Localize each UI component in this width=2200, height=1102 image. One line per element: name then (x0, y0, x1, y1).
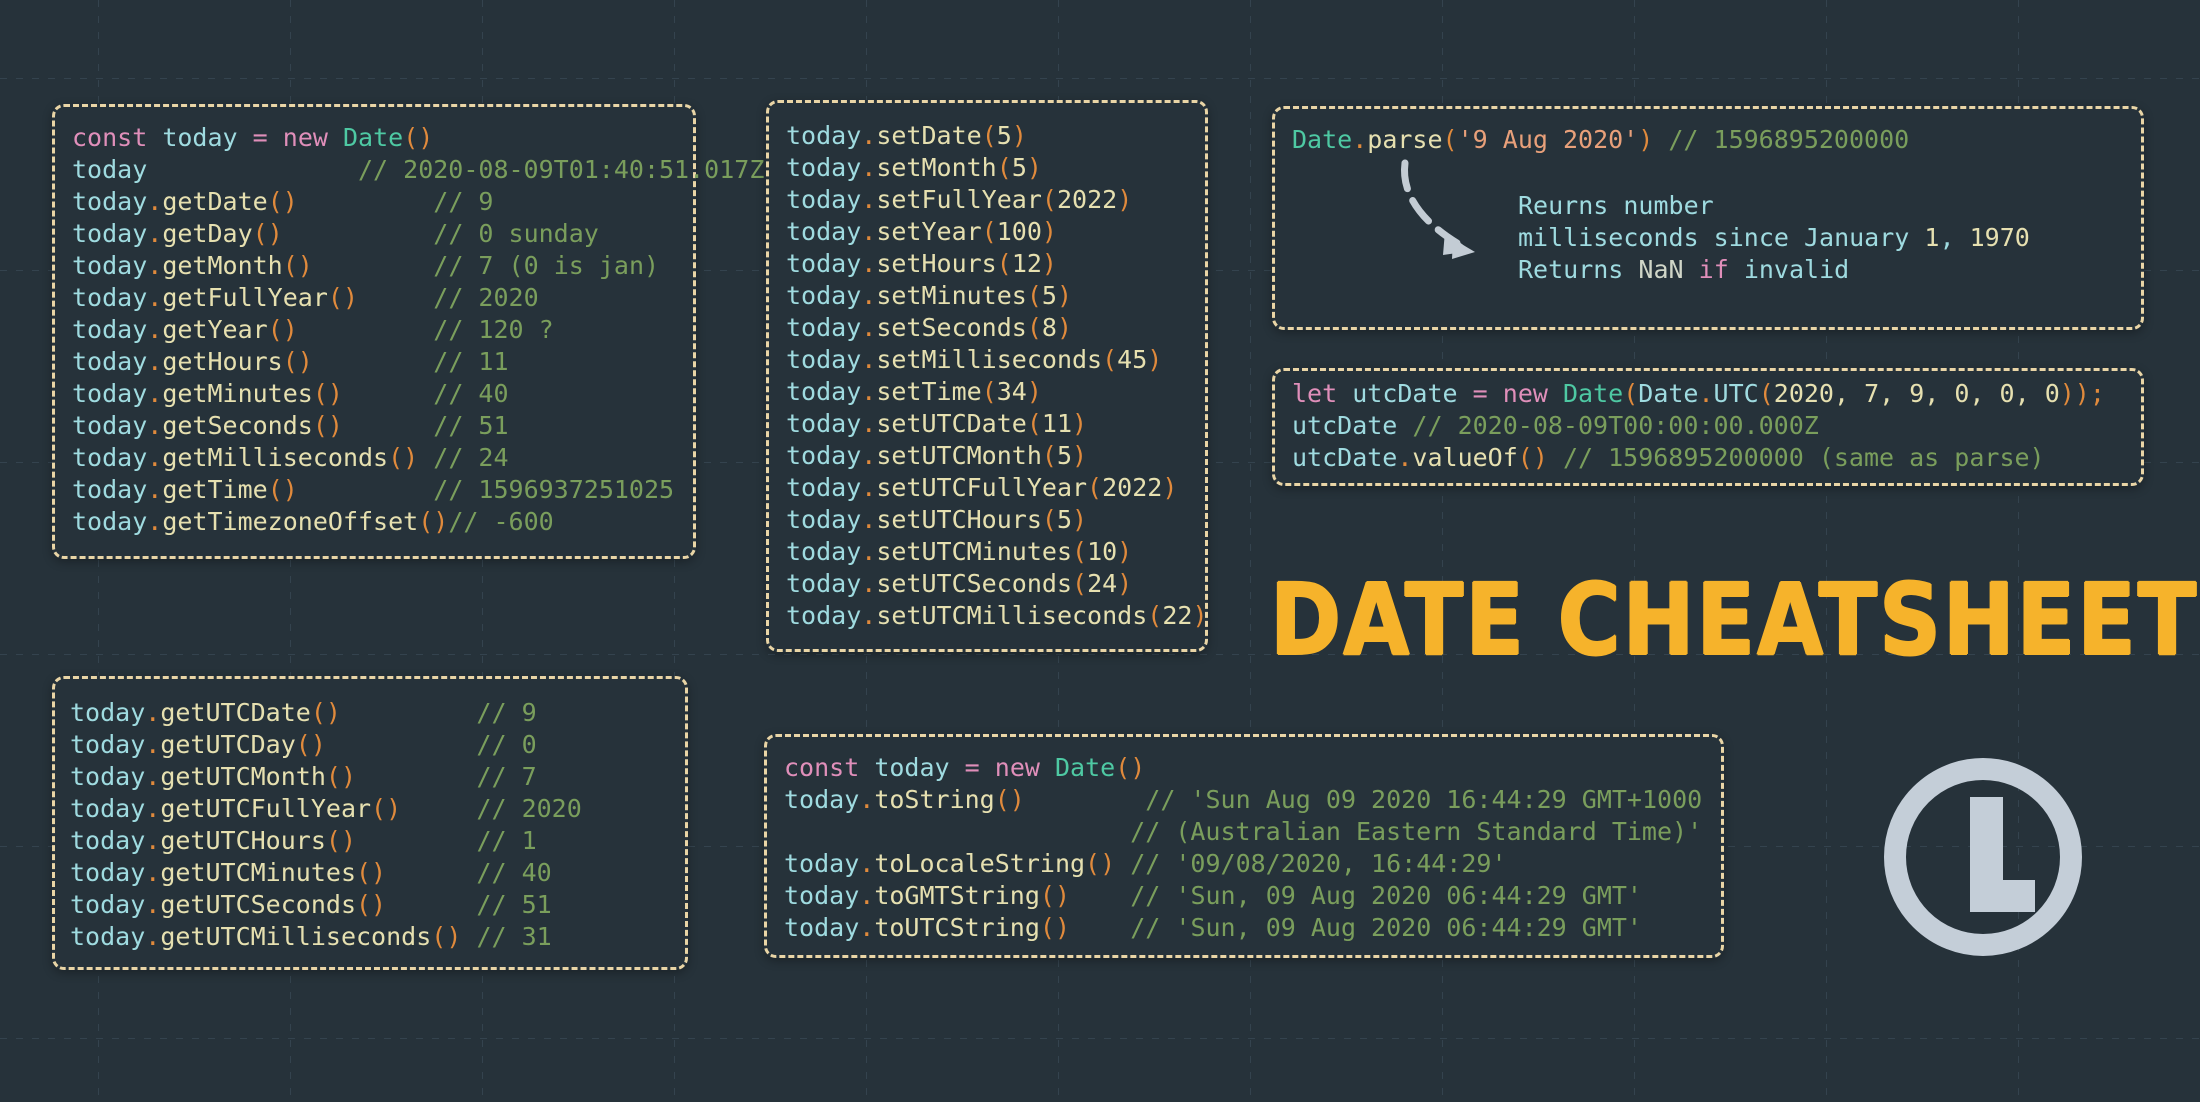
code-line: utcDate.valueOf() // 1596895200000 (same… (1292, 442, 2105, 474)
code-line: today.setUTCMilliseconds(22) (786, 600, 1208, 632)
code-line: today.getTime() // 1596937251025 (72, 474, 764, 506)
note-line: milliseconds since January 1, 1970 (1518, 222, 2030, 254)
code-line: today.getUTCDate() // 9 (70, 697, 582, 729)
code-line: today.toLocaleString() // '09/08/2020, 1… (784, 848, 1702, 880)
code-line: today.getMinutes() // 40 (72, 378, 764, 410)
code-line: today.getUTCDay() // 0 (70, 729, 582, 761)
code-line: today.getMonth() // 7 (0 is jan) (72, 250, 764, 282)
date-parse-code: Date.parse('9 Aug 2020') // 159689520000… (1292, 124, 1909, 156)
code-line: today.getSeconds() // 51 (72, 410, 764, 442)
note-line: Reurns number (1518, 190, 2030, 222)
code-line: today.setUTCMonth(5) (786, 440, 1208, 472)
code-line: today.setMilliseconds(45) (786, 344, 1208, 376)
utc-getters-code: today.getUTCDate() // 9today.getUTCDay()… (70, 697, 582, 953)
code-line: today.setUTCSeconds(24) (786, 568, 1208, 600)
date-parse-note: Reurns numbermilliseconds since January … (1518, 190, 2030, 286)
code-line: today.getUTCMilliseconds() // 31 (70, 921, 582, 953)
grid-line-horizontal (0, 78, 2200, 79)
utc-date-code: let utcDate = new Date(Date.UTC(2020, 7,… (1292, 378, 2105, 474)
code-line: Date.parse('9 Aug 2020') // 159689520000… (1292, 124, 1909, 156)
clock-icon (1878, 752, 2088, 962)
code-line: today.setUTCFullYear(2022) (786, 472, 1208, 504)
code-line: today.getUTCHours() // 1 (70, 825, 582, 857)
code-line: today.getUTCMonth() // 7 (70, 761, 582, 793)
code-line: today // 2020-08-09T01:40:51.017Z (72, 154, 764, 186)
code-line: const today = new Date() (72, 122, 764, 154)
code-line: let utcDate = new Date(Date.UTC(2020, 7,… (1292, 378, 2105, 410)
page-title: DATE CHEATSHEET (1270, 562, 2198, 678)
code-line: utcDate // 2020-08-09T00:00:00.000Z (1292, 410, 2105, 442)
code-line: today.toUTCString() // 'Sun, 09 Aug 2020… (784, 912, 1702, 944)
code-line: today.getUTCMinutes() // 40 (70, 857, 582, 889)
code-line: today.setYear(100) (786, 216, 1208, 248)
code-line: today.toString() // 'Sun Aug 09 2020 16:… (784, 784, 1702, 816)
code-line: today.setHours(12) (786, 248, 1208, 280)
code-line: today.setUTCHours(5) (786, 504, 1208, 536)
code-line: today.getDate() // 9 (72, 186, 764, 218)
code-line: const today = new Date() (784, 752, 1702, 784)
code-line: today.setMinutes(5) (786, 280, 1208, 312)
code-line: today.getYear() // 120 ? (72, 314, 764, 346)
code-line: today.getUTCSeconds() // 51 (70, 889, 582, 921)
code-line: today.getUTCFullYear() // 2020 (70, 793, 582, 825)
code-line: today.setMonth(5) (786, 152, 1208, 184)
code-line: today.toGMTString() // 'Sun, 09 Aug 2020… (784, 880, 1702, 912)
code-line: today.getMilliseconds() // 24 (72, 442, 764, 474)
code-line: today.setFullYear(2022) (786, 184, 1208, 216)
code-line: today.setUTCDate(11) (786, 408, 1208, 440)
code-line: today.setDate(5) (786, 120, 1208, 152)
setters-code: today.setDate(5)today.setMonth(5)today.s… (786, 120, 1208, 632)
code-line: today.setTime(34) (786, 376, 1208, 408)
note-line: Returns NaN if invalid (1518, 254, 2030, 286)
code-line: // (Australian Eastern Standard Time)' (784, 816, 1702, 848)
local-getters-code: const today = new Date()today // 2020-08… (72, 122, 764, 538)
code-line: today.setUTCMinutes(10) (786, 536, 1208, 568)
code-line: today.getFullYear() // 2020 (72, 282, 764, 314)
code-line: today.getDay() // 0 sunday (72, 218, 764, 250)
code-line: today.getHours() // 11 (72, 346, 764, 378)
to-string-code: const today = new Date()today.toString()… (784, 752, 1702, 944)
code-line: today.getTimezoneOffset()// -600 (72, 506, 764, 538)
code-line: today.setSeconds(8) (786, 312, 1208, 344)
grid-line-horizontal (0, 1038, 2200, 1039)
